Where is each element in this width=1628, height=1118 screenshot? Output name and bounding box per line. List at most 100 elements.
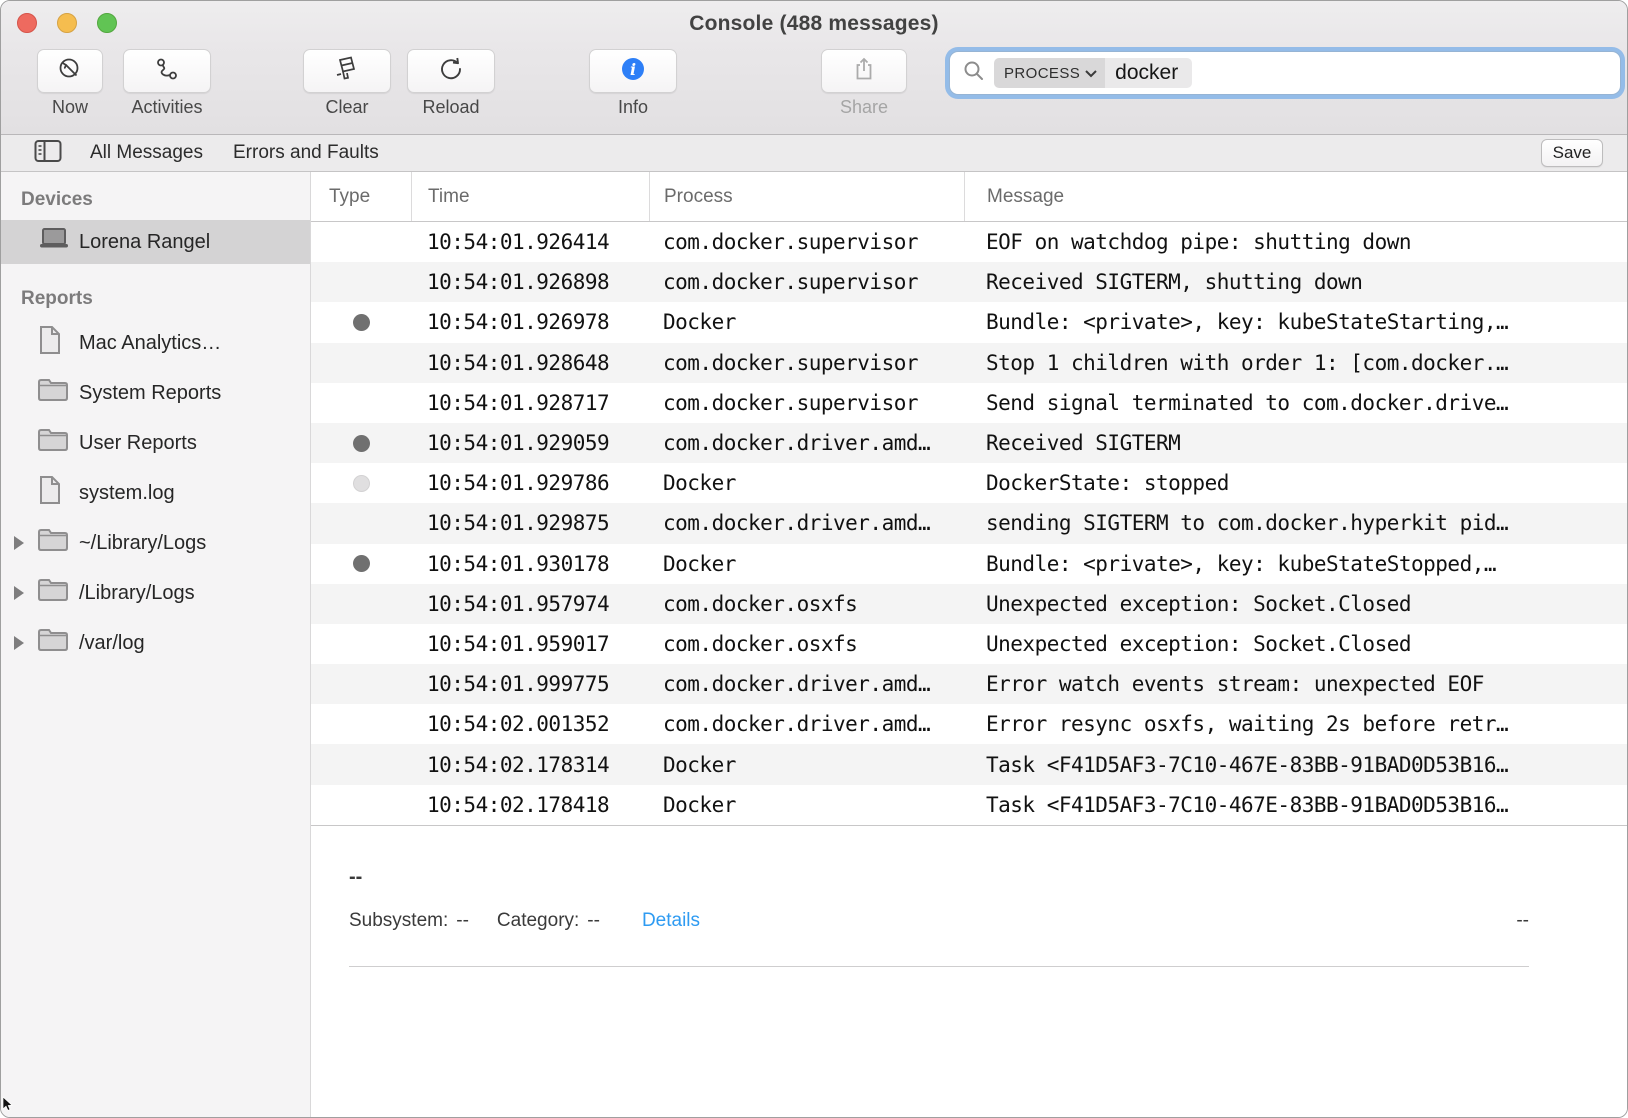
log-pane: Type Time Process Message 10:54:01.92641… bbox=[311, 172, 1627, 1118]
save-button[interactable]: Save bbox=[1541, 139, 1603, 167]
table-row[interactable]: 10:54:01.929059com.docker.driver.amd…Rec… bbox=[311, 423, 1627, 463]
time-cell: 10:54:01.930178 bbox=[411, 552, 649, 576]
type-dot-icon bbox=[353, 435, 370, 452]
sidebar-item--var-log[interactable]: /var/log bbox=[1, 618, 310, 668]
search-input-value: docker bbox=[1105, 58, 1192, 88]
search-filter-token[interactable]: PROCESS bbox=[994, 58, 1105, 88]
sidebar-toggle-icon bbox=[34, 139, 62, 168]
share-label: Share bbox=[819, 97, 909, 118]
clear-button[interactable]: Clear bbox=[301, 49, 393, 118]
table-row[interactable]: 10:54:01.928648com.docker.supervisorStop… bbox=[311, 343, 1627, 383]
folder-icon bbox=[37, 527, 69, 559]
info-button[interactable]: i Info bbox=[587, 49, 679, 118]
disclosure-triangle-icon[interactable] bbox=[14, 636, 24, 650]
column-header-message[interactable]: Message bbox=[964, 172, 1627, 221]
type-cell bbox=[311, 555, 411, 572]
sidebar-item--library-logs[interactable]: /Library/Logs bbox=[1, 568, 310, 618]
log-rows: 10:54:01.926414com.docker.supervisorEOF … bbox=[311, 222, 1627, 825]
table-row[interactable]: 10:54:02.178418DockerTask <F41D5AF3-7C10… bbox=[311, 785, 1627, 825]
message-cell: Unexpected exception: Socket.Closed bbox=[964, 632, 1627, 656]
table-row[interactable]: 10:54:01.957974com.docker.osxfsUnexpecte… bbox=[311, 584, 1627, 624]
sidebar-item-system-log[interactable]: system.log bbox=[1, 468, 310, 518]
time-cell: 10:54:01.959017 bbox=[411, 632, 649, 656]
column-header-type[interactable]: Type bbox=[311, 172, 411, 221]
time-cell: 10:54:01.928648 bbox=[411, 351, 649, 375]
sidebar-item-system-reports[interactable]: System Reports bbox=[1, 368, 310, 418]
filter-errors-and-faults[interactable]: Errors and Faults bbox=[233, 142, 379, 164]
sidebar: DevicesLorena RangelReportsMac Analytics… bbox=[1, 172, 311, 1118]
detail-divider bbox=[349, 966, 1529, 967]
sidebar-item-label: Mac Analytics… bbox=[79, 332, 221, 355]
clear-icon bbox=[332, 54, 362, 89]
document-icon bbox=[37, 325, 63, 361]
info-label: Info bbox=[587, 97, 679, 118]
sidebar-item-mac-analytics-[interactable]: Mac Analytics… bbox=[1, 318, 310, 368]
process-cell: com.docker.driver.amd… bbox=[649, 712, 964, 736]
time-cell: 10:54:01.929059 bbox=[411, 431, 649, 455]
sidebar-item--library-logs[interactable]: ~/Library/Logs bbox=[1, 518, 310, 568]
search-field[interactable]: PROCESS docker bbox=[949, 51, 1621, 95]
time-cell: 10:54:01.957974 bbox=[411, 592, 649, 616]
sidebar-item-label: /Library/Logs bbox=[79, 582, 195, 605]
filter-bar: All Messages Errors and Faults Save bbox=[1, 135, 1627, 172]
filter-all-messages[interactable]: All Messages bbox=[90, 142, 203, 164]
process-cell: com.docker.osxfs bbox=[649, 632, 964, 656]
table-row[interactable]: 10:54:01.928717com.docker.supervisorSend… bbox=[311, 383, 1627, 423]
reload-button[interactable]: Reload bbox=[405, 49, 497, 118]
mouse-cursor bbox=[2, 1096, 13, 1116]
content-area: DevicesLorena RangelReportsMac Analytics… bbox=[1, 172, 1627, 1118]
svg-text:i: i bbox=[630, 60, 636, 79]
sidebar-item-user-reports[interactable]: User Reports bbox=[1, 418, 310, 468]
sidebar-item-label: User Reports bbox=[79, 432, 197, 455]
table-row[interactable]: 10:54:01.929786DockerDockerState: stoppe… bbox=[311, 463, 1627, 503]
sidebar-toggle-button[interactable] bbox=[34, 139, 62, 168]
table-row[interactable]: 10:54:01.999775com.docker.driver.amd…Err… bbox=[311, 664, 1627, 704]
message-cell: Task <F41D5AF3-7C10-467E-83BB-91BAD0D53B… bbox=[964, 793, 1627, 817]
process-cell: com.docker.supervisor bbox=[649, 270, 964, 294]
activities-button[interactable]: Activities bbox=[119, 49, 215, 118]
table-row[interactable]: 10:54:01.926898com.docker.supervisorRece… bbox=[311, 262, 1627, 302]
time-cell: 10:54:02.001352 bbox=[411, 712, 649, 736]
process-cell: com.docker.supervisor bbox=[649, 391, 964, 415]
message-cell: Bundle: <private>, key: kubeStateStopped… bbox=[964, 552, 1627, 576]
message-cell: sending SIGTERM to com.docker.hyperkit p… bbox=[964, 511, 1627, 535]
disclosure-triangle-icon[interactable] bbox=[14, 586, 24, 600]
table-row[interactable]: 10:54:01.926978DockerBundle: <private>, … bbox=[311, 302, 1627, 342]
sidebar-item-lorena-rangel[interactable]: Lorena Rangel bbox=[1, 220, 310, 264]
table-row[interactable]: 10:54:02.178314DockerTask <F41D5AF3-7C10… bbox=[311, 744, 1627, 784]
type-dot-light-icon bbox=[353, 475, 370, 492]
sidebar-item-label: System Reports bbox=[79, 382, 221, 405]
time-cell: 10:54:01.928717 bbox=[411, 391, 649, 415]
table-row[interactable]: 10:54:01.959017com.docker.osxfsUnexpecte… bbox=[311, 624, 1627, 664]
detail-message: -- bbox=[349, 866, 362, 889]
time-cell: 10:54:02.178418 bbox=[411, 793, 649, 817]
process-cell: com.docker.supervisor bbox=[649, 351, 964, 375]
type-cell bbox=[311, 435, 411, 452]
disclosure-triangle-icon[interactable] bbox=[14, 536, 24, 550]
time-cell: 10:54:02.178314 bbox=[411, 753, 649, 777]
search-icon bbox=[962, 59, 986, 88]
message-cell: Error watch events stream: unexpected EO… bbox=[964, 672, 1627, 696]
column-header-time[interactable]: Time bbox=[411, 172, 649, 221]
time-cell: 10:54:01.929786 bbox=[411, 471, 649, 495]
table-row[interactable]: 10:54:02.001352com.docker.driver.amd…Err… bbox=[311, 704, 1627, 744]
share-icon bbox=[850, 55, 878, 88]
column-header-process[interactable]: Process bbox=[649, 172, 964, 221]
now-label: Now bbox=[31, 97, 109, 118]
folder-icon bbox=[37, 377, 69, 409]
message-cell: EOF on watchdog pipe: shutting down bbox=[964, 230, 1627, 254]
category-label: Category: bbox=[497, 910, 579, 932]
table-row[interactable]: 10:54:01.926414com.docker.supervisorEOF … bbox=[311, 222, 1627, 262]
info-icon: i bbox=[619, 55, 647, 88]
table-row[interactable]: 10:54:01.929875com.docker.driver.amd…sen… bbox=[311, 503, 1627, 543]
time-cell: 10:54:01.926414 bbox=[411, 230, 649, 254]
message-cell: Received SIGTERM, shutting down bbox=[964, 270, 1627, 294]
detail-pane: -- Subsystem: -- Category: -- Details -- bbox=[311, 825, 1627, 1118]
table-row[interactable]: 10:54:01.930178DockerBundle: <private>, … bbox=[311, 544, 1627, 584]
details-link[interactable]: Details bbox=[642, 910, 700, 932]
now-button[interactable]: Now bbox=[31, 49, 109, 118]
message-cell: Task <F41D5AF3-7C10-467E-83BB-91BAD0D53B… bbox=[964, 753, 1627, 777]
type-dot-icon bbox=[353, 314, 370, 331]
subsystem-value: -- bbox=[456, 910, 469, 932]
message-cell: Send signal terminated to com.docker.dri… bbox=[964, 391, 1627, 415]
